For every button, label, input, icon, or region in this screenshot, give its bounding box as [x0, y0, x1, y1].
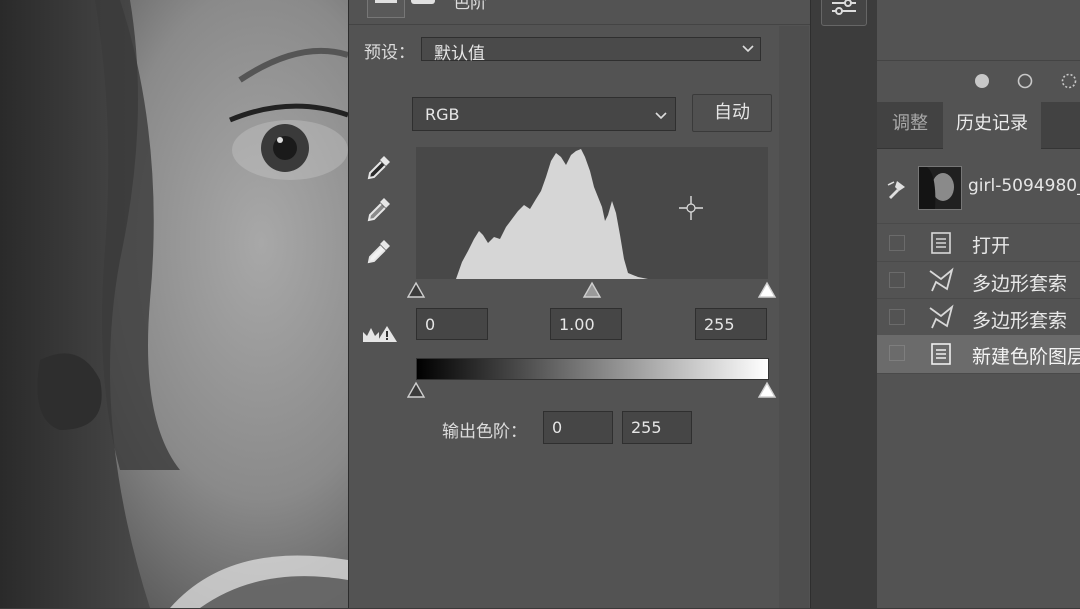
- gray-point-eyedropper-icon[interactable]: [364, 194, 394, 224]
- output-gradient-bar: [416, 358, 769, 380]
- dotted-circle-icon[interactable]: [1060, 72, 1080, 90]
- history-item-label: 多边形套索: [972, 273, 1068, 295]
- chevron-down-icon: [655, 112, 667, 120]
- white-point-eyedropper-icon[interactable]: [364, 236, 394, 266]
- output-levels-slider[interactable]: [407, 381, 777, 401]
- filled-circle-icon[interactable]: [973, 72, 991, 90]
- tab-history[interactable]: 历史记录: [943, 102, 1041, 149]
- tab-adjustments[interactable]: 调整: [877, 102, 943, 148]
- input-gamma-slider-handle: [582, 281, 602, 298]
- history-state-checkbox[interactable]: [889, 309, 905, 325]
- black-point-eyedropper-icon[interactable]: [364, 152, 394, 182]
- properties-panel: 色阶 预设： 默认值 RGB 自动 0 1.00 255 输出色阶： 0 255: [348, 0, 811, 608]
- output-label: 输出色阶：: [442, 422, 527, 442]
- histogram: [416, 147, 768, 279]
- history-item[interactable]: 打开: [877, 223, 1080, 262]
- input-gamma-field[interactable]: 1.00: [550, 308, 622, 340]
- history-state-checkbox[interactable]: [889, 345, 905, 361]
- sliders-icon: [832, 0, 856, 15]
- history-item-label: 打开: [972, 235, 1011, 257]
- preset-select[interactable]: 默认值: [421, 37, 761, 64]
- document-canvas[interactable]: [0, 0, 348, 608]
- hollow-circle-icon[interactable]: [1016, 72, 1034, 90]
- channel-value: RGB: [425, 105, 460, 124]
- histogram-graph: [456, 149, 648, 279]
- history-state-checkbox[interactable]: [889, 235, 905, 251]
- document-icon: [931, 232, 951, 254]
- polygonal-lasso-icon: [929, 304, 954, 329]
- input-white-field[interactable]: 255: [695, 308, 767, 340]
- history-item-label: 新建色阶图层: [972, 346, 1080, 368]
- chevron-down-icon: [742, 45, 754, 53]
- history-state-checkbox[interactable]: [889, 272, 905, 288]
- girl-thumbnail-image: [919, 167, 961, 209]
- adjustment-layer-icon[interactable]: [367, 0, 405, 18]
- adjustments-panel-icon[interactable]: [821, 0, 867, 26]
- polygonal-lasso-icon: [929, 267, 954, 292]
- history-item-selected[interactable]: 新建色阶图层: [877, 335, 1080, 373]
- history-item[interactable]: 多边形套索: [877, 298, 1080, 336]
- output-black-slider-handle: [407, 381, 426, 398]
- history-panel: 调整 历史记录 girl-5094980_ 打开 多边形套索 多边形套索 新建色…: [877, 0, 1080, 608]
- panel-dock-gutter: [810, 0, 878, 608]
- snapshot-row[interactable]: girl-5094980_: [877, 160, 1080, 216]
- preset-label: 预设：: [364, 43, 415, 63]
- mask-icon[interactable]: [411, 0, 439, 14]
- input-black-field[interactable]: 0: [416, 308, 488, 340]
- preset-value: 默认值: [434, 44, 485, 64]
- output-white-slider-handle: [757, 381, 777, 398]
- snapshot-name: girl-5094980_: [968, 176, 1080, 196]
- input-black-slider-handle: [407, 281, 426, 298]
- clipping-warning-icon[interactable]: [361, 322, 401, 346]
- output-white-field[interactable]: 255: [622, 411, 692, 444]
- tab-bar: 调整 历史记录: [877, 102, 1080, 149]
- panel-title: 色阶: [453, 0, 487, 13]
- panel-options-row: [877, 60, 1080, 103]
- output-black-field[interactable]: 0: [543, 411, 613, 444]
- snapshot-thumbnail: [918, 166, 962, 210]
- history-item[interactable]: 多边形套索: [877, 261, 1080, 299]
- input-white-slider-handle: [757, 281, 777, 298]
- properties-header: 色阶: [349, 0, 811, 25]
- panel-scrollbar[interactable]: [779, 26, 809, 608]
- channel-select[interactable]: RGB: [412, 97, 676, 131]
- crosshair-cursor-icon: [679, 196, 703, 220]
- history-item-label: 多边形套索: [972, 310, 1068, 332]
- document-icon: [931, 343, 951, 365]
- auto-button[interactable]: 自动: [692, 94, 772, 132]
- history-brush-icon[interactable]: [885, 177, 909, 201]
- input-levels-slider[interactable]: [407, 280, 777, 302]
- history-empty-area: [877, 373, 1080, 609]
- photo-image: [0, 0, 348, 608]
